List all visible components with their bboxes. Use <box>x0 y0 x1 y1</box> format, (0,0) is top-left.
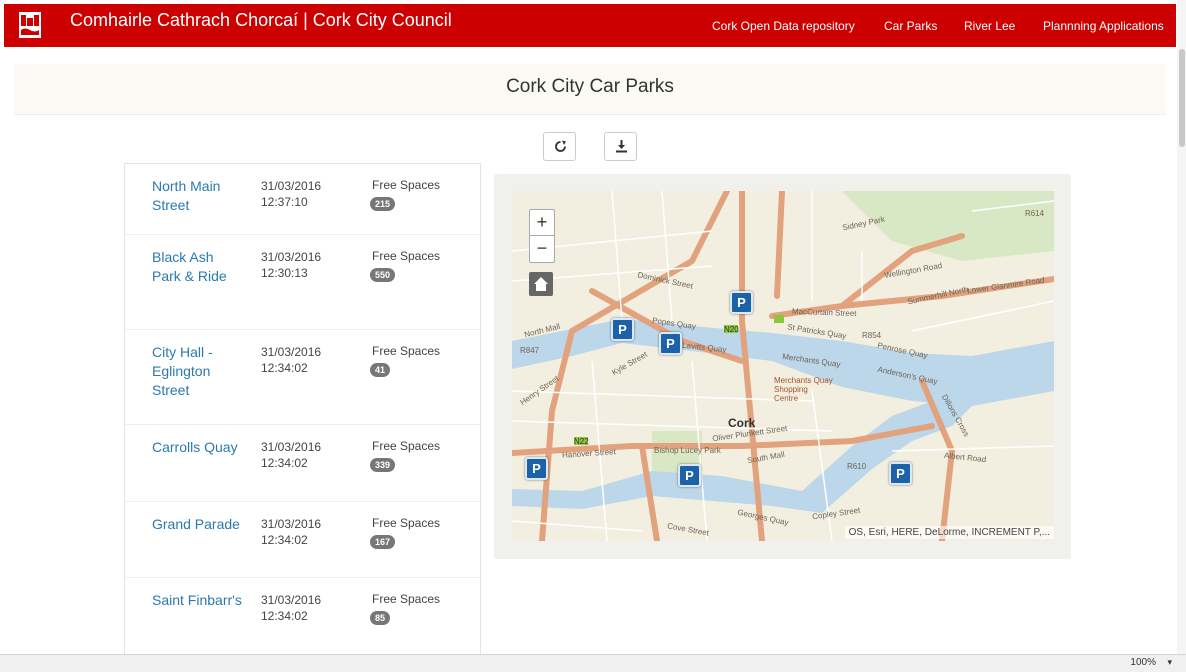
list-item: Saint Finbarr's 31/03/2016 12:34:02 Free … <box>125 578 480 657</box>
time-text: 12:37:10 <box>261 195 308 209</box>
list-item: Grand Parade 31/03/2016 12:34:02 Free Spa… <box>125 502 480 578</box>
carpark-list: North Main Street 31/03/2016 12:37:10 Fre… <box>124 163 481 658</box>
carpark-name[interactable]: Grand Parade <box>152 515 242 534</box>
site-title[interactable]: Comhairle Cathrach Chorcaí | Cork City C… <box>70 10 452 31</box>
free-spaces-badge: 215 <box>370 197 396 211</box>
refresh-button[interactable] <box>543 132 576 161</box>
carpark-marker[interactable]: P <box>678 464 701 487</box>
map-label: Bishop Lucey Park <box>654 446 721 455</box>
free-spaces-badge: 339 <box>370 458 396 472</box>
time-text: 12:30:13 <box>261 266 308 280</box>
page-title: Cork City Car Parks <box>506 76 674 97</box>
refresh-icon <box>555 140 566 152</box>
carpark-name[interactable]: City Hall - Eglington Street <box>152 343 242 400</box>
date-text: 31/03/2016 <box>261 517 322 531</box>
date-text: 31/03/2016 <box>261 593 322 607</box>
carpark-marker[interactable]: P <box>889 462 912 485</box>
road-code: R854 <box>862 331 882 340</box>
time-text: 12:34:02 <box>261 456 308 470</box>
free-spaces-label: Free Spaces <box>372 178 441 192</box>
carpark-marker[interactable]: P <box>730 291 753 314</box>
update-date: 31/03/2016 12:34:02 <box>261 516 321 548</box>
zoom-level[interactable]: 100% <box>1130 657 1156 668</box>
carpark-name[interactable]: Saint Finbarr's <box>152 591 242 610</box>
top-navbar: Comhairle Cathrach Chorcaí | Cork City C… <box>4 4 1176 47</box>
update-date: 31/03/2016 12:37:10 <box>261 178 321 210</box>
road-code: R847 <box>520 346 540 355</box>
download-icon <box>616 140 627 153</box>
map-attribution[interactable]: OS, Esri, HERE, DeLorme, INCREMENT P,... <box>844 526 1054 539</box>
date-text: 31/03/2016 <box>261 250 322 264</box>
nav-river-lee[interactable]: River Lee <box>964 19 1015 33</box>
home-button[interactable] <box>529 272 553 296</box>
free-spaces-label: Free Spaces <box>372 249 441 263</box>
free-spaces-label: Free Spaces <box>372 439 441 453</box>
free-spaces-label: Free Spaces <box>372 592 441 606</box>
chevron-down-icon[interactable]: ▾ <box>1167 657 1172 668</box>
basemap <box>512 191 1054 541</box>
nav-car-parks[interactable]: Car Parks <box>884 19 937 33</box>
zoom-out-button[interactable]: − <box>530 236 554 261</box>
zoom-in-button[interactable]: + <box>530 210 554 236</box>
update-date: 31/03/2016 12:34:02 <box>261 592 321 624</box>
free-spaces-badge: 550 <box>370 268 396 282</box>
update-date: 31/03/2016 12:34:02 <box>261 344 321 376</box>
free-spaces-badge: 167 <box>370 535 396 549</box>
carpark-name[interactable]: Carrolls Quay <box>152 438 242 457</box>
council-crest-icon <box>19 12 41 38</box>
zoom-control: + − <box>529 209 555 263</box>
date-text: 31/03/2016 <box>261 179 322 193</box>
download-button[interactable] <box>604 132 637 161</box>
carpark-marker[interactable]: P <box>525 457 548 480</box>
free-spaces-badge: 85 <box>370 611 391 625</box>
list-item: Carrolls Quay 31/03/2016 12:34:02 Free Sp… <box>125 425 480 502</box>
free-spaces-label: Free Spaces <box>372 344 441 358</box>
title-band: Cork City Car Parks <box>14 64 1166 115</box>
city-label: Cork <box>728 416 756 430</box>
carpark-name[interactable]: North Main Street <box>152 177 242 215</box>
road-code: N22 <box>574 437 589 446</box>
road-code: N20 <box>724 325 739 334</box>
date-text: 31/03/2016 <box>261 440 322 454</box>
road-code: R614 <box>1025 209 1045 218</box>
update-date: 31/03/2016 12:30:13 <box>261 249 321 281</box>
carpark-name[interactable]: Black Ash Park & Ride <box>152 248 242 286</box>
city-map[interactable]: Popes Quay Lavitts Quay Merchants Quay S… <box>512 191 1054 541</box>
carpark-marker[interactable]: P <box>659 332 682 355</box>
home-icon <box>534 277 548 291</box>
scrollbar-thumb[interactable] <box>1179 49 1185 147</box>
date-text: 31/03/2016 <box>261 345 322 359</box>
carpark-marker[interactable]: P <box>611 318 634 341</box>
map-label: Merchants Quay Shopping Centre <box>774 376 833 403</box>
browser-status-bar: 100% ▾ <box>0 654 1186 672</box>
free-spaces-label: Free Spaces <box>372 516 441 530</box>
time-text: 12:34:02 <box>261 361 308 375</box>
update-date: 31/03/2016 12:34:02 <box>261 439 321 471</box>
list-item: City Hall - Eglington Street 31/03/2016 1… <box>125 330 480 425</box>
road-code: R610 <box>847 462 867 471</box>
nav-planning-applications[interactable]: Plannning Applications <box>1043 19 1164 33</box>
list-item: Black Ash Park & Ride 31/03/2016 12:30:13… <box>125 235 480 330</box>
list-item: North Main Street 31/03/2016 12:37:10 Fre… <box>125 164 480 235</box>
time-text: 12:34:02 <box>261 533 308 547</box>
time-text: 12:34:02 <box>261 609 308 623</box>
nav-open-data[interactable]: Cork Open Data repository <box>712 19 855 33</box>
free-spaces-badge: 41 <box>370 363 391 377</box>
